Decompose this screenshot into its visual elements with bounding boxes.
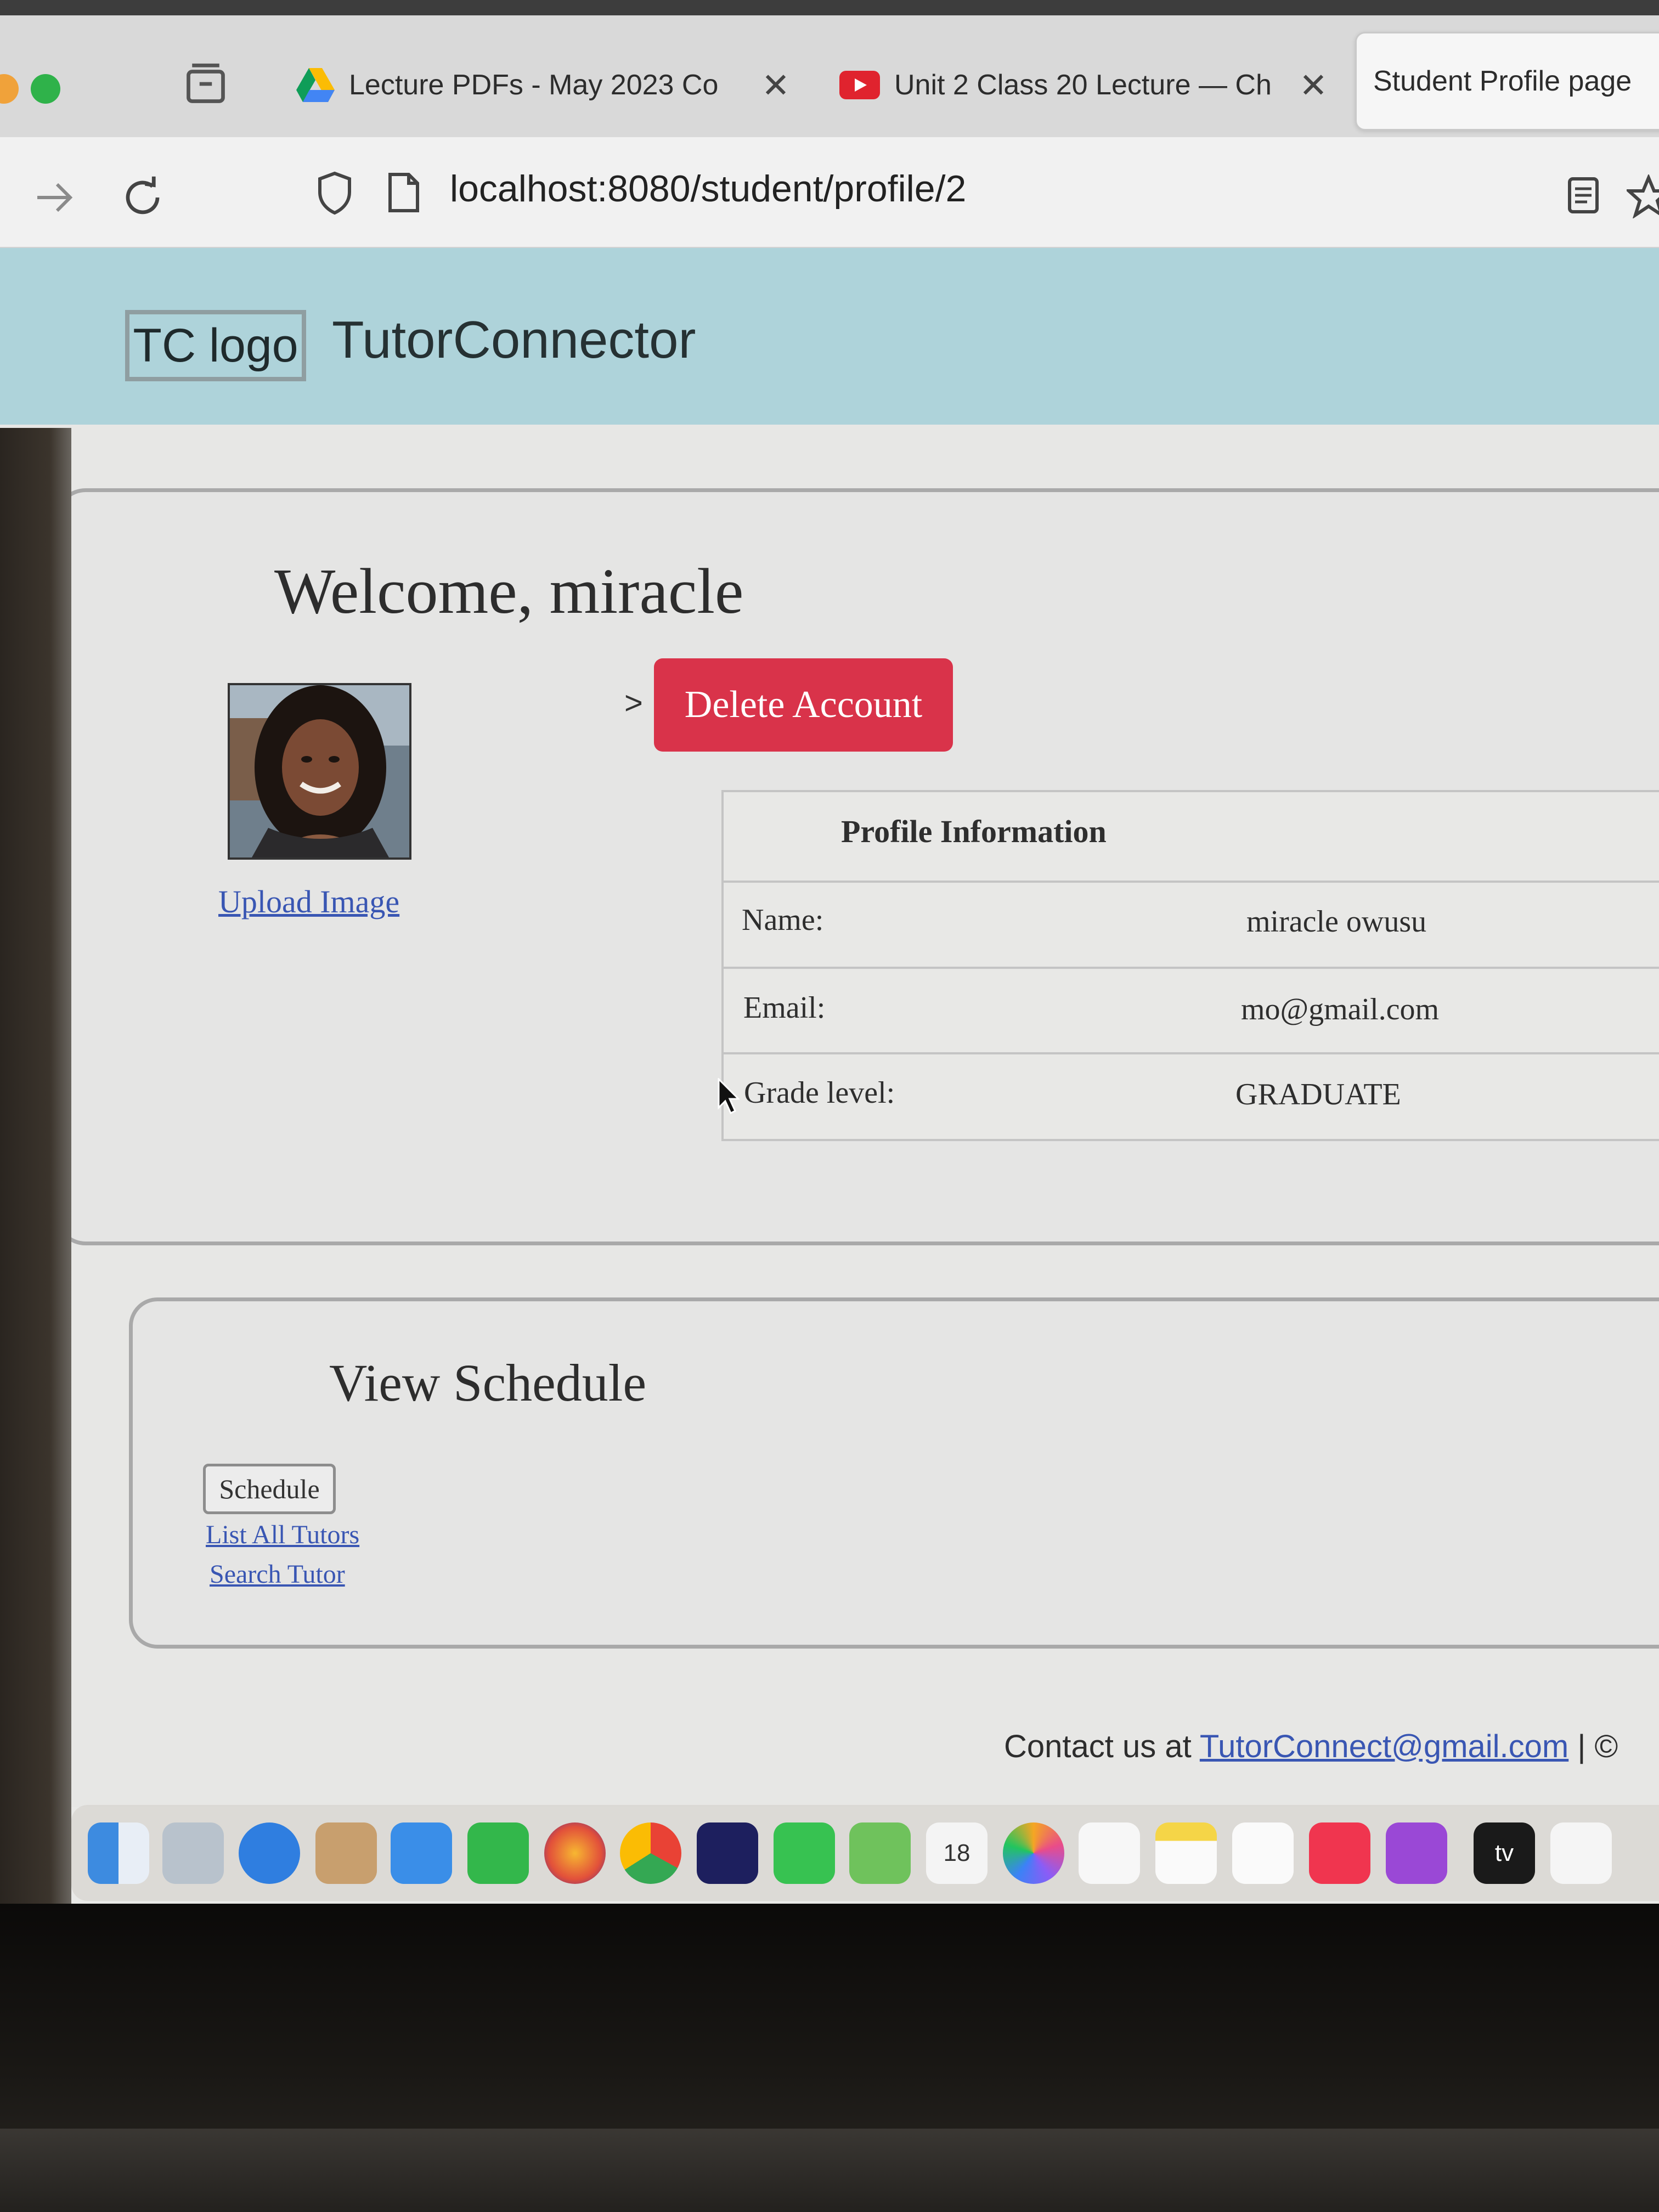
messages-icon[interactable]: [774, 1822, 835, 1884]
desktop-edge: [0, 428, 71, 1909]
tab-title: Unit 2 Class 20 Lecture — Ch: [894, 69, 1272, 101]
tab-title: Student Profile page: [1373, 65, 1632, 97]
reminders-icon[interactable]: [1079, 1822, 1140, 1884]
search-tutor-link[interactable]: Search Tutor: [210, 1559, 345, 1589]
contact-email-link[interactable]: TutorConnect@gmail.com: [1200, 1729, 1568, 1764]
url-bar[interactable]: localhost:8080/student/profile/2: [450, 167, 966, 210]
zoom-window-button[interactable]: [31, 74, 60, 104]
footer-suffix: | ©: [1568, 1729, 1618, 1764]
welcome-heading: Welcome, miracle: [274, 555, 744, 627]
freeform-icon[interactable]: [1232, 1822, 1294, 1884]
tv-icon[interactable]: tv: [1474, 1822, 1535, 1884]
maps-icon[interactable]: [849, 1822, 911, 1884]
page-info-icon[interactable]: [387, 171, 421, 214]
tc-logo[interactable]: TC logo: [125, 310, 306, 381]
tab-title: Lecture PDFs - May 2023 Co: [349, 69, 719, 101]
table-divider: [721, 1052, 1659, 1054]
footer-prefix: Contact us at: [1004, 1729, 1200, 1764]
email-value: mo@gmail.com: [1241, 992, 1440, 1026]
firefox-icon[interactable]: [544, 1822, 606, 1884]
mail-icon[interactable]: [391, 1822, 452, 1884]
calendar-day: 18: [943, 1839, 970, 1866]
bookmark-star-icon[interactable]: [1627, 174, 1659, 218]
list-all-tutors-link[interactable]: List All Tutors: [206, 1520, 359, 1550]
upload-image-link[interactable]: Upload Image: [218, 883, 399, 920]
intellij-icon[interactable]: [697, 1822, 758, 1884]
facetime-icon[interactable]: [467, 1822, 529, 1884]
tab-lecture-pdfs[interactable]: Lecture PDFs - May 2023 Co ✕: [280, 44, 806, 126]
news-icon[interactable]: [1550, 1822, 1612, 1884]
laptop-screen: Lecture PDFs - May 2023 Co ✕ Unit 2 Clas…: [0, 0, 1659, 1904]
schedule-card: [129, 1297, 1659, 1649]
tab-unit2-lecture[interactable]: Unit 2 Class 20 Lecture — Ch ✕: [823, 44, 1344, 126]
shield-icon[interactable]: [315, 170, 354, 215]
finder-icon[interactable]: [88, 1822, 149, 1884]
launchpad-icon[interactable]: [162, 1822, 224, 1884]
safari-icon[interactable]: [239, 1822, 300, 1884]
schedule-button[interactable]: Schedule: [203, 1464, 336, 1514]
google-drive-icon: [296, 68, 335, 102]
mouse-pointer-icon: [718, 1078, 740, 1115]
table-divider: [721, 881, 1659, 883]
name-value: miracle owusu: [1246, 905, 1427, 939]
youtube-icon: [839, 71, 880, 99]
grade-level-label: Grade level:: [744, 1076, 895, 1110]
profile-table-header: Profile Information: [841, 814, 1107, 849]
close-tab-icon[interactable]: ✕: [761, 65, 790, 105]
notes-icon[interactable]: [1155, 1822, 1217, 1884]
email-label: Email:: [743, 991, 826, 1025]
tab-overview-icon[interactable]: [181, 59, 230, 109]
grade-level-value: GRADUATE: [1235, 1077, 1401, 1111]
chevron-right-icon: >: [624, 685, 643, 721]
window-top-strip: [0, 0, 1659, 15]
photos-icon[interactable]: [1003, 1822, 1064, 1884]
close-tab-icon[interactable]: ✕: [1299, 65, 1328, 105]
forward-arrow-icon[interactable]: [33, 176, 77, 219]
reload-icon[interactable]: [118, 173, 167, 222]
podcasts-icon[interactable]: [1386, 1822, 1447, 1884]
reader-view-icon[interactable]: [1566, 176, 1600, 215]
table-divider: [721, 967, 1659, 969]
contacts-icon[interactable]: [315, 1822, 377, 1884]
calendar-icon[interactable]: 18: [926, 1822, 988, 1884]
music-icon[interactable]: [1309, 1822, 1370, 1884]
footer: Contact us at TutorConnect@gmail.com | ©: [1004, 1728, 1618, 1765]
delete-account-button[interactable]: Delete Account: [654, 658, 953, 752]
tab-student-profile[interactable]: Student Profile page: [1355, 32, 1659, 131]
brand-name[interactable]: TutorConnector: [332, 310, 696, 370]
name-label: Name:: [742, 903, 824, 937]
avatar: [228, 683, 411, 860]
laptop-keyboard-edge: [0, 2129, 1659, 2212]
schedule-heading: View Schedule: [329, 1353, 647, 1412]
tv-label: tv: [1494, 1839, 1514, 1866]
chrome-icon[interactable]: [620, 1822, 681, 1884]
